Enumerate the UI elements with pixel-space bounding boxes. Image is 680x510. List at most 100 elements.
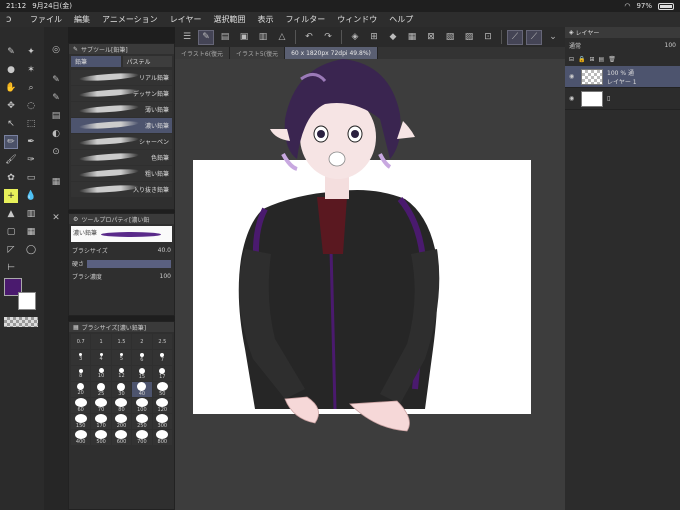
sparkle-icon[interactable]: ✦ [24,45,38,59]
brush-size-cell[interactable]: 20 [71,382,91,397]
brush-size-cell[interactable]: 100 [132,398,152,413]
figure-icon[interactable]: ▢ [4,225,18,239]
brush-size-cell[interactable]: 250 [132,414,152,429]
eraser-icon[interactable]: ▭ [24,171,38,185]
subtool-icon[interactable]: ✎ [48,75,64,89]
operation-icon[interactable]: ↖ [4,117,18,131]
color-set-icon[interactable]: ⊙ [48,147,64,161]
brush-size-cell[interactable]: 5 [111,350,132,365]
transparent-color-swatch[interactable] [4,317,38,327]
pen-tool-icon[interactable]: ✎ [4,45,18,59]
brush-size-cell[interactable]: 15 [132,366,152,381]
subtool-alt-icon[interactable]: ✎ [48,93,64,107]
menu-animation[interactable]: アニメーション [96,14,164,25]
redo-icon[interactable]: ↷ [320,30,336,45]
brush-size-cell[interactable]: 1 [91,334,111,349]
brush-size-cell[interactable]: 500 [91,430,111,445]
brush-item[interactable]: 粗い鉛筆 [71,166,172,181]
close-dock-icon[interactable]: ✕ [48,213,64,227]
material-icon[interactable]: ▤ [48,111,64,125]
brush-size-cell[interactable]: 150 [71,414,91,429]
correct-line-icon[interactable]: ⊢ [4,261,18,275]
eye-icon[interactable]: ◉ [569,73,577,80]
navigator-icon[interactable]: ◎ [48,45,64,59]
blend-icon[interactable]: + [4,189,18,203]
menu-icon[interactable]: ☰ [179,30,195,45]
tab-pencil[interactable]: 鉛筆 [71,56,121,67]
brush-size-cell[interactable]: 3 [71,350,91,365]
brush-size-cell[interactable]: 800 [152,430,172,445]
brush-size-cell[interactable]: 25 [91,382,111,397]
brush-size-cell[interactable]: 70 [91,398,111,413]
fill-bucket-icon[interactable]: ▲ [4,207,18,221]
brush-item[interactable]: 入り抜き鉛筆 [71,182,172,197]
stabilizer-icon[interactable]: ⟋ [507,29,523,45]
open-icon[interactable]: ▣ [236,30,252,45]
brush-size-cell[interactable]: 6 [132,350,152,365]
density-value[interactable]: 100 [160,273,171,280]
brush-size-cell[interactable]: 30 [111,382,132,397]
brush-icon[interactable]: 🖌 [4,153,18,167]
undo-icon[interactable]: ↶ [301,30,317,45]
drop-icon[interactable]: 💧 [24,189,38,203]
brush-size-cell[interactable]: 12 [111,366,132,381]
ruler-icon[interactable]: ◸ [4,243,18,257]
menu-window[interactable]: ウィンドウ [331,14,383,25]
brush-size-cell[interactable]: 1.5 [111,334,132,349]
menu-help[interactable]: ヘルプ [383,14,419,25]
border-icon[interactable]: ▨ [461,30,477,45]
history-icon[interactable]: ▦ [48,177,64,191]
deselect-icon[interactable]: ⊠ [423,30,439,45]
transform-icon[interactable]: ⊞ [366,30,382,45]
move-icon[interactable]: ✥ [4,99,18,113]
brush-size-cell[interactable]: 17 [152,366,172,381]
color-circle-icon[interactable]: ◐ [48,129,64,143]
clear-icon[interactable]: ◈ [347,30,363,45]
brush-item[interactable]: 色鉛筆 [71,150,172,165]
brush-size-cell[interactable]: 40 [132,382,152,397]
menu-layer[interactable]: レイヤー [164,14,208,25]
brush-size-cell[interactable]: 700 [132,430,152,445]
brush-size-cell[interactable]: 300 [152,414,172,429]
brush-item-selected[interactable]: 濃い鉛筆 [71,118,172,133]
canvas-area[interactable] [175,59,565,510]
brush-size-cell[interactable]: 170 [91,414,111,429]
fill-icon[interactable]: ◆ [385,30,401,45]
tab-illust5[interactable]: イラスト5(復元 [230,47,286,59]
opacity-value[interactable]: 100 [665,42,676,49]
tab-illust6[interactable]: イラスト6(復元 [175,47,231,59]
clip-icon[interactable]: ⊟ [569,56,574,63]
app-logo-icon[interactable]: ↄ [6,14,24,25]
new-folder-icon[interactable]: ▤ [599,56,605,63]
quick-access-icon[interactable]: ✎ [198,29,214,45]
brush-size-cell[interactable]: 2.5 [152,334,172,349]
crop-icon[interactable]: ⊡ [480,30,496,45]
brush-size-cell[interactable]: 8 [71,366,91,381]
delete-layer-icon[interactable]: 🗑 [608,56,616,63]
brush-size-cell[interactable]: 50 [152,382,172,397]
select-all-icon[interactable]: ▦ [404,30,420,45]
vector-snap-icon[interactable]: ⟋ [526,29,542,45]
tab-pastel[interactable]: パステル [122,56,172,67]
menu-selection[interactable]: 選択範囲 [207,14,251,25]
more-chevron-down-icon[interactable]: ⌄ [545,30,561,45]
brush-item[interactable]: シャーペン [71,134,172,149]
lock-icon[interactable]: 🔒 [578,56,585,63]
blend-mode-select[interactable]: 通常 [569,41,581,50]
select-icon[interactable]: ⬚ [24,117,38,131]
text-balloon-icon[interactable]: ◯ [24,243,38,257]
magic-wand-icon[interactable]: ✶ [24,63,38,77]
frame-icon[interactable]: ▦ [24,225,38,239]
brush-item[interactable]: デッサン鉛筆 [71,86,172,101]
brush-size-cell[interactable]: 600 [111,430,132,445]
eye-icon[interactable]: ◉ [569,95,577,102]
layer-row[interactable]: ◉ ▯ [565,88,680,110]
brush-size-cell[interactable]: 60 [71,398,91,413]
brush-size-value[interactable]: 40.0 [158,247,171,254]
export-icon[interactable]: △ [274,30,290,45]
zoom-icon[interactable]: ⌕ [24,81,38,95]
brush-size-cell[interactable]: 80 [111,398,132,413]
brush-item[interactable]: リアル鉛筆 [71,70,172,85]
color-mixing-icon[interactable]: ● [4,63,18,77]
save-icon[interactable]: ▥ [255,30,271,45]
